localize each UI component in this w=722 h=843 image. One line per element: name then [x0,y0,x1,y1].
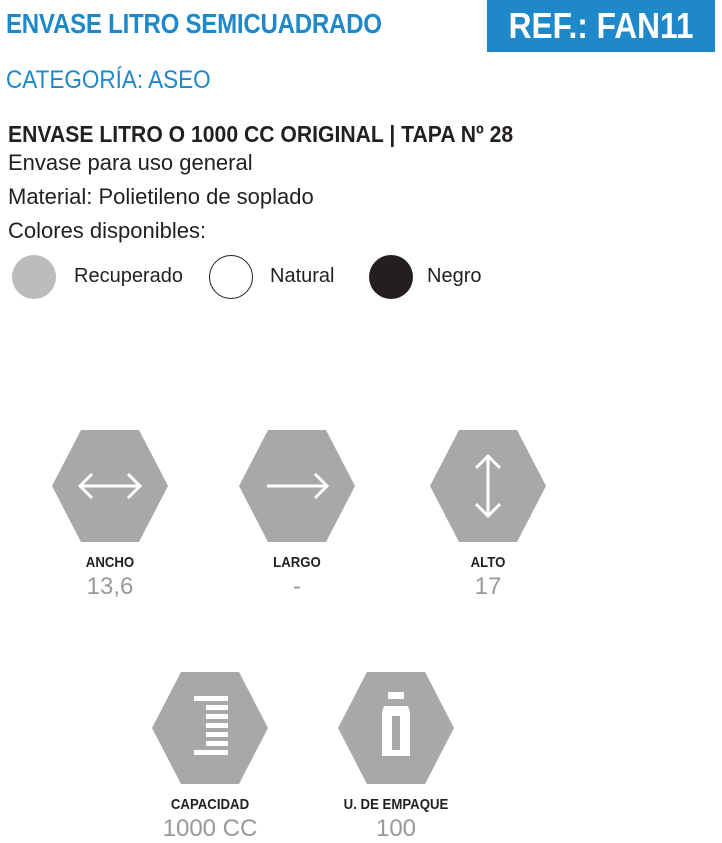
spec-capacidad-label: CAPACIDAD [170,796,250,813]
spec-alto-value: 17 [474,573,502,600]
color-label-negro: Negro [427,265,482,287]
spec-alto: ALTO 17 [418,430,558,601]
color-label-recuperado: Recuperado [74,265,183,287]
spec-empaque: U. DE EMPAQUE 100 [326,672,466,843]
usage-text: Envase para uso general [8,150,253,175]
swatch-natural [209,255,253,299]
color-options: Recuperado Natural Negro [12,255,612,301]
spec-largo-value: - [293,573,301,600]
spec-largo: LARGO - [227,430,367,601]
measuring-scale-icon [152,672,268,784]
spec-largo-label: LARGO [273,554,321,571]
spec-empaque-label: U. DE EMPAQUE [343,796,449,813]
spec-ancho-value: 13,6 [86,573,134,600]
color-label-natural: Natural [270,265,335,287]
spec-empaque-value: 100 [375,815,417,842]
swatch-recuperado [12,255,56,299]
product-subtitle: ENVASE LITRO O 1000 CC ORIGINAL | TAPA N… [8,121,514,147]
spec-ancho: ANCHO 13,6 [40,430,180,601]
right-arrow-icon [239,430,355,542]
reference-code: REF.: FAN11 [508,5,694,46]
horizontal-double-arrow-icon [52,430,168,542]
product-title: ENVASE LITRO SEMICUADRADO [6,8,382,39]
colors-heading: Colores disponibles: [8,218,207,243]
spec-alto-label: ALTO [470,554,506,571]
spec-capacidad-value: 1000 CC [162,815,258,842]
reference-badge: REF.: FAN11 [487,0,715,52]
spec-capacidad: CAPACIDAD 1000 CC [140,672,280,843]
material-text: Material: Polietileno de soplado [8,184,314,209]
spec-ancho-label: ANCHO [85,554,135,571]
bottle-icon [338,672,454,784]
swatch-negro [369,255,413,299]
vertical-double-arrow-icon [430,430,546,542]
category-label: CATEGORÍA: ASEO [6,66,211,94]
